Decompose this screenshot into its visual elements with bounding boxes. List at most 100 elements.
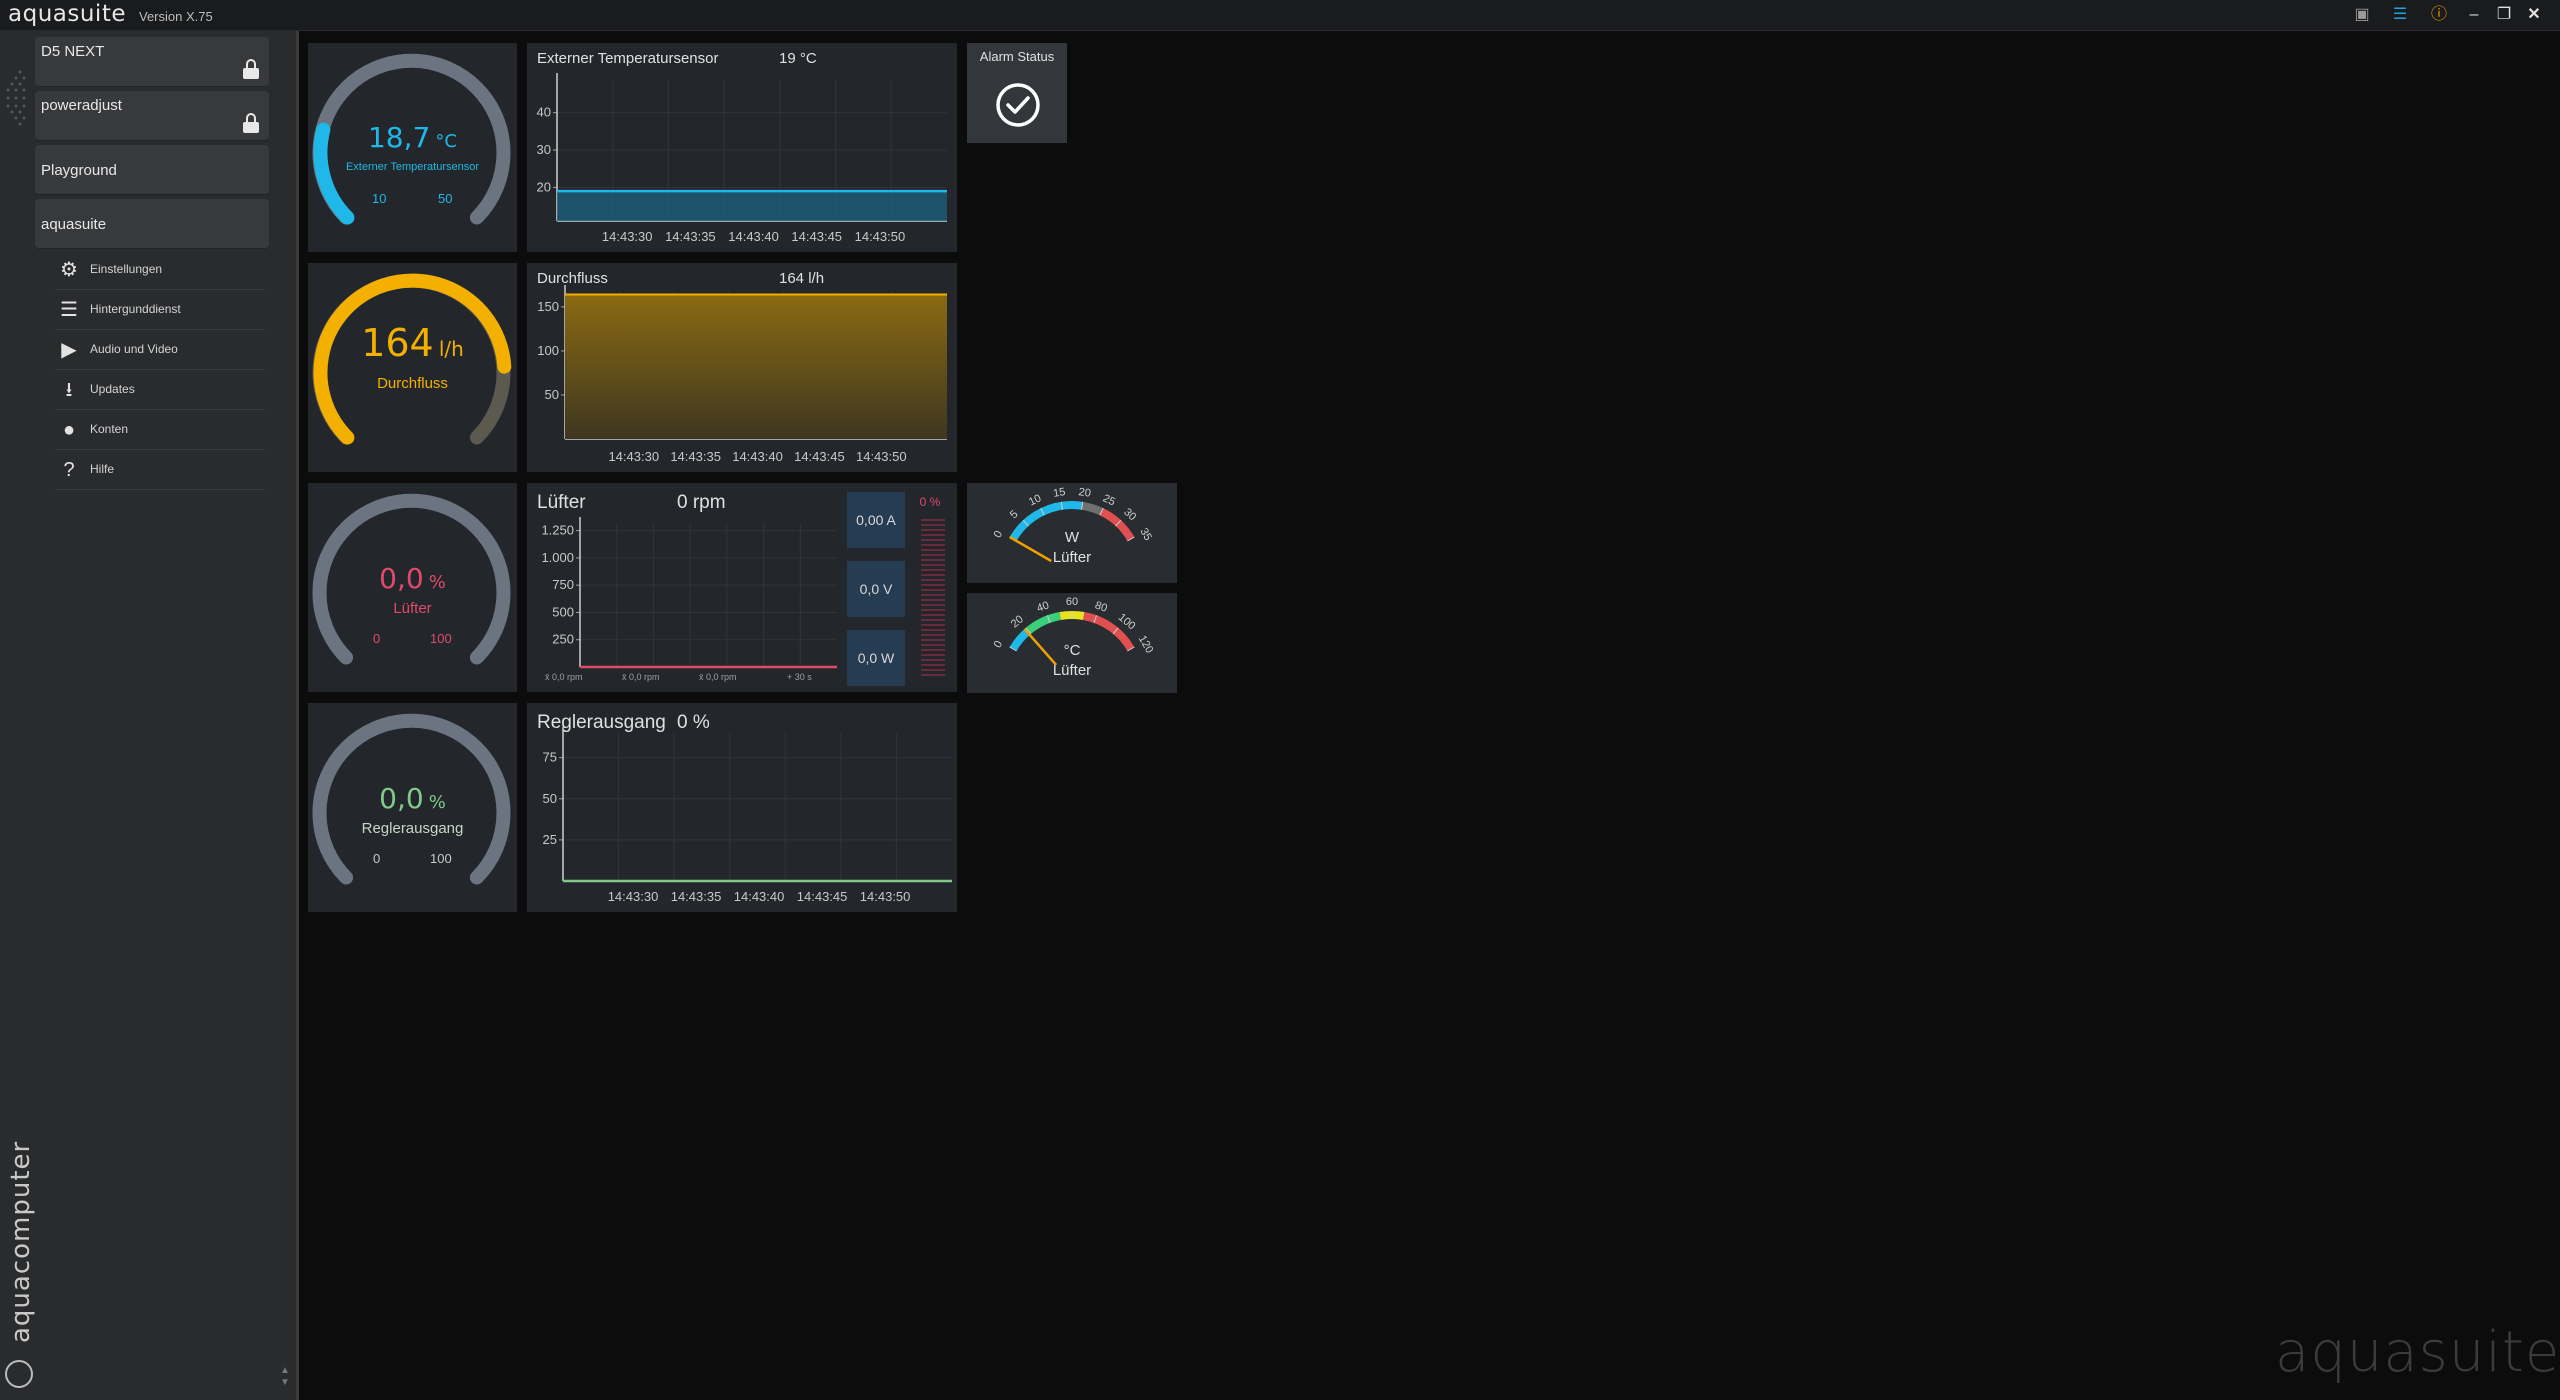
alarm-status-label: Alarm Status (979, 49, 1055, 64)
gauge-label: Externer Temperatursensor (345, 161, 480, 173)
restore-icon[interactable]: ❐ (2494, 5, 2514, 25)
info-icon[interactable]: ⓘ (2426, 5, 2452, 25)
device-aquasuite[interactable]: aquasuite (35, 199, 269, 249)
gauge-panel-regler[interactable]: 0,0 % Reglerausgang 0 100 (308, 703, 517, 912)
x-tick-label: 14:43:35 (670, 449, 721, 464)
dial-tick-label: 30 (1121, 506, 1138, 523)
series-area (565, 294, 947, 439)
collapse-grip[interactable] (4, 66, 30, 130)
video-icon: ▶ (61, 339, 77, 361)
y-tick-label: 150 (537, 299, 559, 314)
menu-item-einstellungen[interactable]: ⚙ Einstellungen (55, 250, 265, 290)
x-tick-label: 14:43:40 (734, 889, 785, 904)
gauge-label: Durchfluss (377, 375, 448, 392)
chart-panel-flow[interactable]: Durchfluss 164 l/h 50 100 150 14:43:30 14:43… (527, 263, 957, 472)
brand-name: aquacomputer (6, 1140, 36, 1343)
lock-icon (243, 113, 259, 133)
y-tick-label: 50 (543, 791, 557, 806)
menu-item-konten[interactable]: ● Konten (55, 410, 265, 450)
gauge-max: 50 (438, 191, 453, 206)
gauge-panel-fan[interactable]: 0,0 % Lüfter 0 100 (308, 483, 517, 692)
menu-item-audio-video[interactable]: ▶ Audio und Video (55, 330, 265, 370)
gauge-label: Reglerausgang (361, 820, 464, 837)
gauge-value: 164 (361, 321, 434, 365)
x-tick-label: 14:43:35 (671, 889, 722, 904)
app-version: Version X.75 (139, 9, 213, 24)
chart-panel-fan[interactable]: Lüfter 0 rpm 250 500 750 1.000 1.250 0,00 A … (527, 483, 957, 692)
gauge-value: 0,0 (379, 562, 424, 595)
menu-item-label: Updates (90, 382, 135, 396)
y-tick-label: 100 (537, 343, 559, 358)
y-tick-label: 750 (552, 577, 574, 592)
dial-label: Lüfter (1052, 549, 1092, 566)
user-icon: ● (62, 419, 76, 441)
fan-voltage-readout: 0,0 V (847, 561, 905, 617)
menu-item-label: Hintergunddienst (90, 302, 181, 316)
minimize-icon[interactable]: – (2464, 5, 2484, 25)
fan-level-bar (921, 519, 945, 679)
menu-item-hilfe[interactable]: ? Hilfe (55, 450, 265, 490)
y-tick-label: 1.250 (541, 523, 574, 538)
gauge-value: 18,7 (367, 121, 431, 154)
gauge-unit: % (428, 792, 446, 813)
device-d5-next[interactable]: D5 NEXT (35, 37, 269, 87)
chart-footer-stat: x̄ 0,0 rpm (545, 672, 583, 682)
alarm-status-panel[interactable]: Alarm Status (967, 43, 1067, 143)
dial-panel-power[interactable]: 0 5 10 15 20 25 30 35 W Lüfter (967, 483, 1177, 583)
chart-footer-stat: x̄ 0,0 rpm (622, 672, 660, 682)
x-tick-label: 14:43:30 (602, 229, 653, 244)
menu-item-label: Konten (90, 422, 129, 436)
device-poweradjust[interactable]: poweradjust (35, 91, 269, 141)
camera-icon[interactable]: ▣ (2352, 5, 2372, 25)
chart-panel-temperature[interactable]: Externer Temperatursensor 19 °C 20 30 40 14… (527, 43, 957, 252)
gauge-max: 100 (430, 631, 452, 646)
gauge-min: 0 (373, 851, 381, 866)
device-label: aquasuite (41, 216, 107, 233)
chart-panel-regler[interactable]: Reglerausgang 0 % 25 50 75 14:43:30 14:43:35… (527, 703, 957, 912)
close-icon[interactable]: ✕ (2524, 5, 2544, 25)
y-tick-label: 40 (537, 105, 551, 120)
series-area (557, 191, 947, 221)
gear-icon: ⚙ (60, 259, 78, 281)
service-list-icon: ☰ (60, 299, 78, 321)
x-tick-label: 14:43:45 (791, 229, 842, 244)
device-label: poweradjust (41, 97, 122, 114)
sidebar: D5 NEXT poweradjust Playground aquasuite… (0, 31, 299, 1400)
dial-tick-label: 25 (1101, 492, 1117, 508)
flow-chart: 50 100 150 14:43:30 14:43:35 14:43:40 14:43:45… (537, 285, 947, 464)
scroll-arrows-icon[interactable]: ▲ ▼ (280, 1365, 292, 1393)
y-tick-label: 1.000 (541, 550, 574, 565)
dial-unit: °C (1063, 642, 1081, 659)
gauge-panel-flow[interactable]: 164 l/h Durchfluss (308, 263, 517, 472)
layers-icon[interactable]: ☰ (2390, 5, 2410, 25)
download-icon: ⭳ (65, 379, 73, 401)
y-tick-label: 20 (537, 179, 551, 194)
regler-chart: 25 50 75 14:43:30 14:43:35 14:43:40 14:43:45 14… (543, 727, 952, 904)
gauge-unit: l/h (438, 337, 464, 361)
gauge-min: 10 (372, 191, 387, 206)
x-tick-label: 14:43:30 (608, 449, 659, 464)
menu-item-hintergrunddienst[interactable]: ☰ Hintergunddienst (55, 290, 265, 330)
device-playground[interactable]: Playground (35, 145, 269, 195)
dial-panel-temp[interactable]: 0 20 40 60 80 100 120 °C Lüfter (967, 593, 1177, 693)
dial-tick-label: 15 (1052, 486, 1066, 500)
fan-power-readout: 0,0 W (847, 630, 905, 686)
gauge-panel-temperature[interactable]: 18,7 °C Externer Temperatursensor 10 50 (308, 43, 517, 252)
y-tick-label: 75 (543, 750, 557, 765)
gauge-unit: °C (435, 131, 457, 152)
x-tick-label: 14:43:50 (856, 449, 907, 464)
gauge-unit: % (428, 572, 446, 593)
help-icon: ? (63, 459, 75, 481)
menu-item-updates[interactable]: ⭳ Updates (55, 370, 265, 410)
x-tick-label: 14:43:45 (797, 889, 848, 904)
x-tick-label: 14:43:35 (665, 229, 716, 244)
menu-item-label: Hilfe (90, 462, 115, 476)
menu-item-label: Audio und Video (90, 342, 178, 356)
dial-label: Lüfter (1052, 662, 1092, 679)
app-title: aquasuite (8, 1, 126, 27)
device-label: Playground (41, 162, 117, 179)
x-tick-label: 14:43:40 (728, 229, 779, 244)
dial-tick-label: 20 (1078, 486, 1092, 500)
gauge-label: Lüfter (393, 600, 432, 617)
dial-tick-label: 40 (1035, 599, 1051, 614)
